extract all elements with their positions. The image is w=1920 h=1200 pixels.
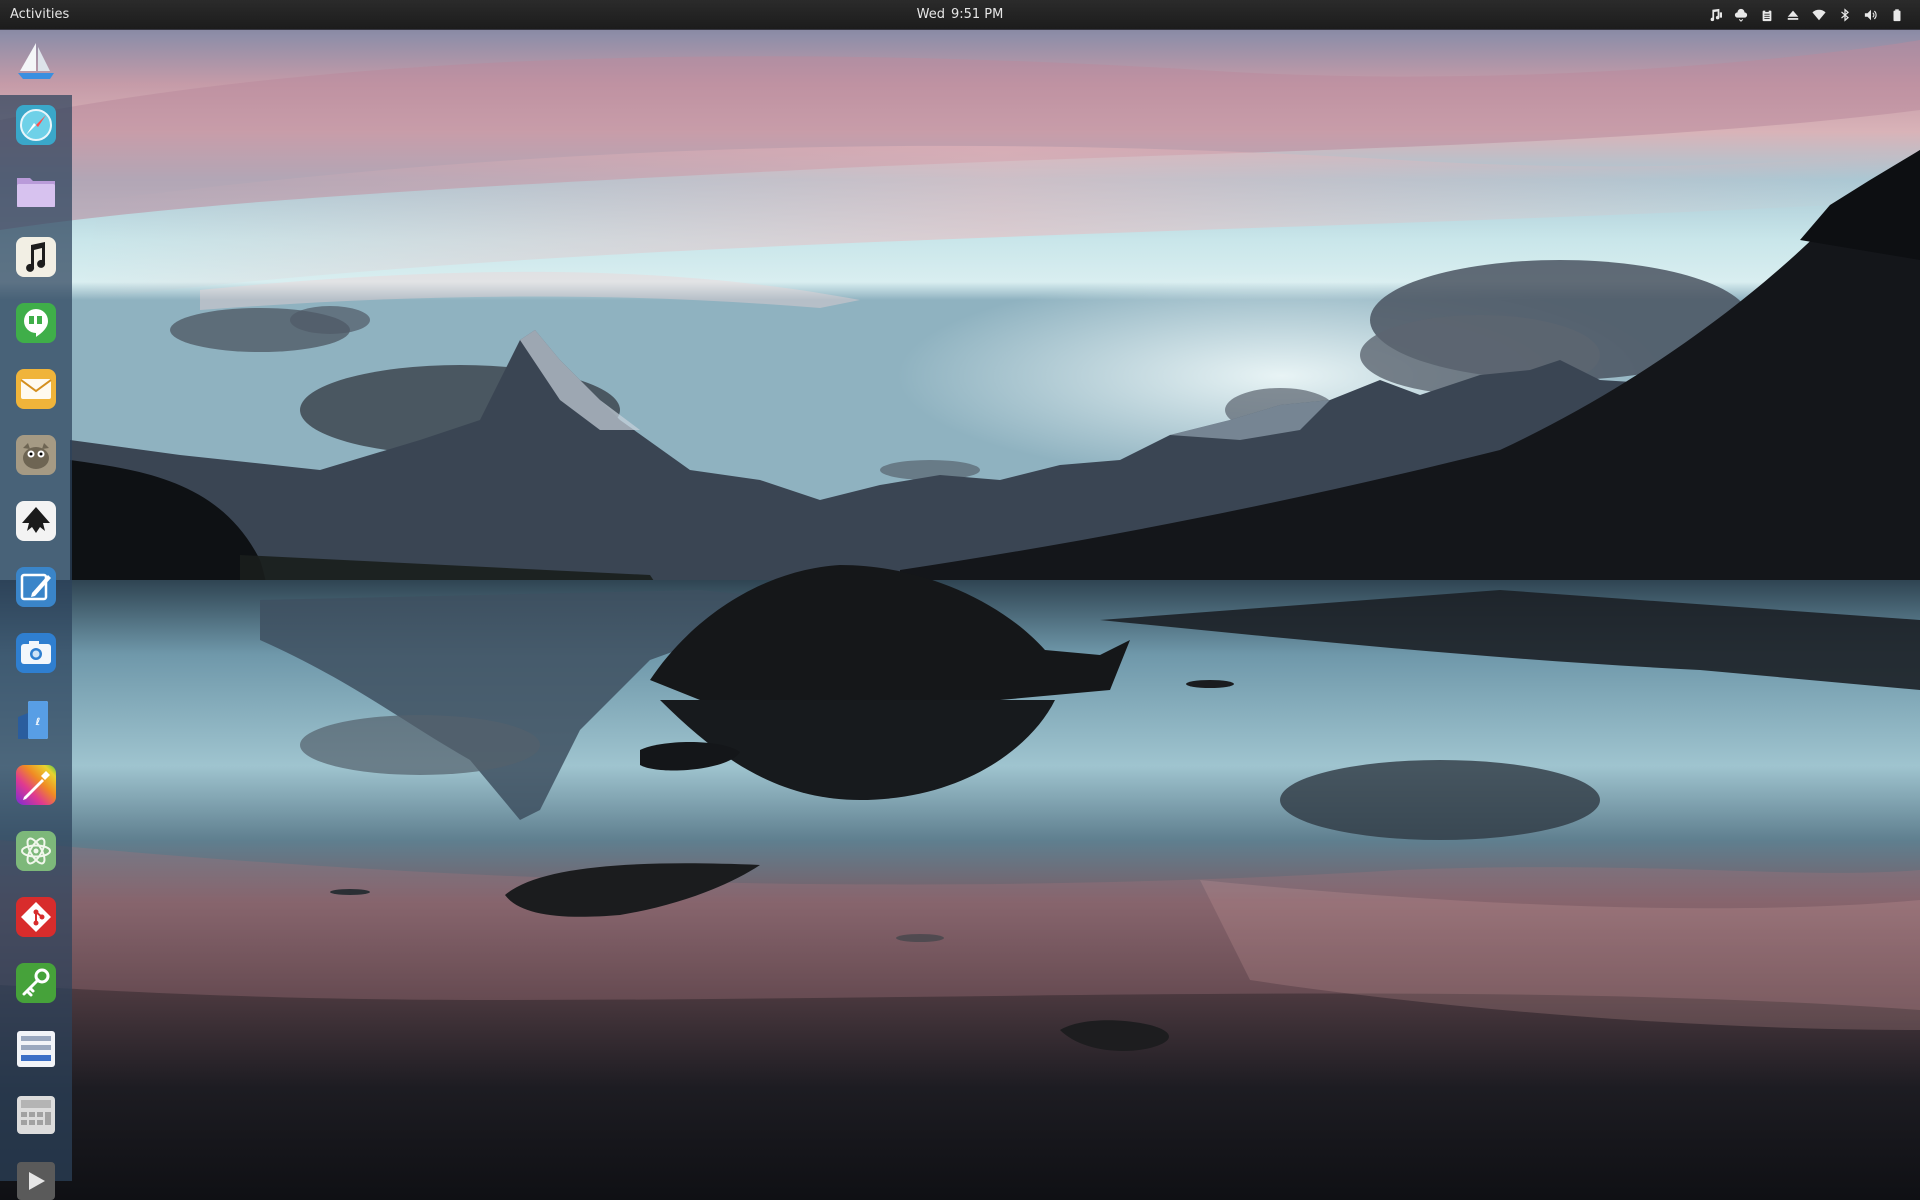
gimp-icon[interactable] — [14, 433, 58, 477]
activities-button[interactable]: Activities — [0, 0, 79, 29]
compass-browser-icon[interactable] — [14, 103, 58, 147]
bluetooth-icon[interactable] — [1832, 0, 1858, 29]
music-note-icon[interactable] — [14, 235, 58, 279]
volume-icon[interactable] — [1858, 0, 1884, 29]
calculator-icon[interactable] — [14, 1093, 58, 1137]
sketch-pen-icon[interactable] — [14, 565, 58, 609]
hangouts-icon[interactable] — [14, 301, 58, 345]
eject-icon[interactable] — [1780, 0, 1806, 29]
music-icon[interactable] — [1702, 0, 1728, 29]
notes-icon[interactable]: ℓ — [14, 697, 58, 741]
battery-icon[interactable] — [1884, 0, 1910, 29]
clock-day: Wed — [916, 7, 945, 22]
sailboat-icon[interactable] — [14, 39, 58, 83]
git-icon[interactable] — [14, 895, 58, 939]
folder-icon[interactable] — [14, 169, 58, 213]
clipboard-icon[interactable] — [1754, 0, 1780, 29]
svg-text:ℓ: ℓ — [35, 717, 41, 728]
camera-icon[interactable] — [14, 631, 58, 675]
inkscape-icon[interactable] — [14, 499, 58, 543]
clock[interactable]: Wed 9:51 PM — [917, 0, 1004, 29]
top-bar: Activities Wed 9:51 PM — [0, 0, 1920, 29]
dock: ℓ — [0, 29, 72, 1200]
mail-icon[interactable] — [14, 367, 58, 411]
disks-icon[interactable] — [14, 1027, 58, 1071]
wifi-icon[interactable] — [1806, 0, 1832, 29]
key-icon[interactable] — [14, 961, 58, 1005]
video-play-icon[interactable] — [14, 1159, 58, 1200]
cloud-sync-icon[interactable] — [1728, 0, 1754, 29]
system-tray — [1702, 0, 1910, 29]
desktop-wallpaper — [0, 0, 1920, 1200]
clock-time: 9:51 PM — [950, 7, 1004, 22]
color-picker-icon[interactable] — [14, 763, 58, 807]
atom-icon[interactable] — [14, 829, 58, 873]
